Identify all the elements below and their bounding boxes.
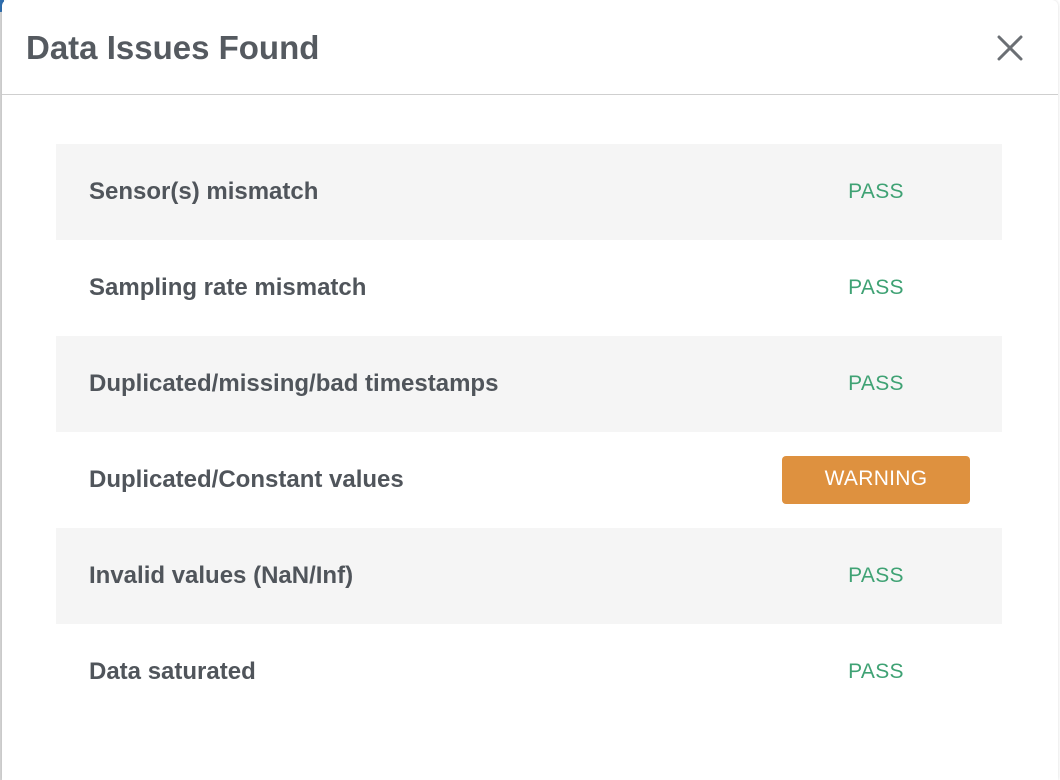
check-row-sampling-rate: Sampling rate mismatch PASS — [56, 240, 1002, 336]
status-badge-pass: PASS — [848, 660, 904, 683]
dialog-title: Data Issues Found — [26, 29, 320, 66]
status-badge-pass: PASS — [848, 276, 904, 299]
check-label: Duplicated/missing/bad timestamps — [89, 370, 499, 397]
data-issues-dialog: Data Issues Found Sensor(s) mismatch PAS… — [2, 0, 1058, 780]
check-label: Sensor(s) mismatch — [89, 178, 319, 205]
check-label: Sampling rate mismatch — [89, 274, 367, 301]
check-row-data-saturated: Data saturated PASS — [56, 624, 1002, 720]
check-row-invalid-values: Invalid values (NaN/Inf) PASS — [56, 528, 1002, 624]
check-row-timestamps: Duplicated/missing/bad timestamps PASS — [56, 336, 1002, 432]
check-label: Duplicated/Constant values — [89, 466, 404, 493]
status-badge-pass: PASS — [848, 372, 904, 395]
checks-list: Sensor(s) mismatch PASS Sampling rate mi… — [56, 144, 1002, 720]
status-badge-pass: PASS — [848, 564, 904, 587]
status-badge-pass: PASS — [848, 180, 904, 203]
close-icon — [997, 35, 1023, 61]
check-label: Invalid values (NaN/Inf) — [89, 562, 354, 589]
close-button[interactable] — [992, 30, 1028, 66]
check-label: Data saturated — [89, 658, 256, 685]
dialog-header: Data Issues Found — [2, 0, 1058, 95]
status-badge-warning[interactable]: WARNING — [782, 456, 970, 504]
check-row-constant-values: Duplicated/Constant values WARNING — [56, 432, 1002, 528]
check-row-sensor-mismatch: Sensor(s) mismatch PASS — [56, 144, 1002, 240]
